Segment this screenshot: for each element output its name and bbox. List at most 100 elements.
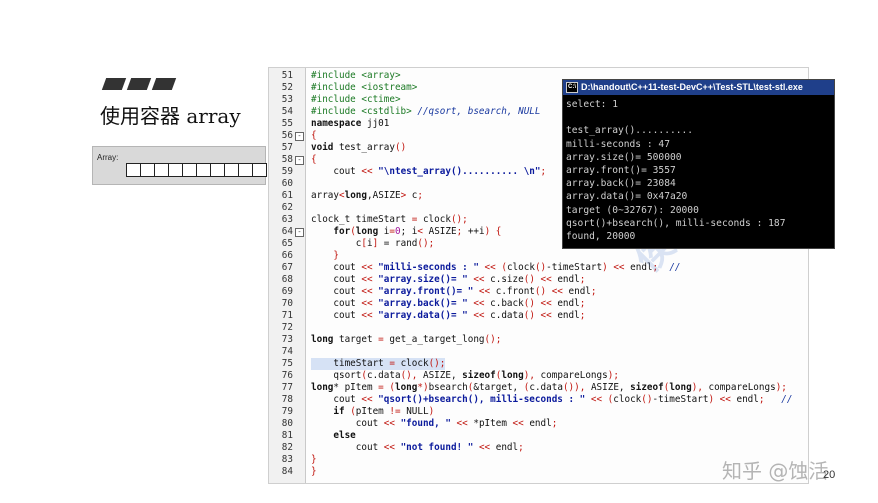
code-token: #include <array> — [311, 70, 401, 81]
code-token: jj01 — [361, 118, 390, 129]
code-text: c[i] = rand(); — [311, 238, 434, 250]
code-token: << ( — [585, 394, 614, 405]
code-text: namespace jj01 — [311, 118, 389, 130]
code-token: *) — [417, 382, 429, 393]
code-token: << — [473, 286, 496, 297]
code-line: 66 } — [269, 250, 808, 262]
code-token: &target, — [473, 382, 524, 393]
code-token: << — [467, 310, 491, 321]
code-line: 77 long* pItem = (long*)bsearch(&target, … — [269, 382, 808, 394]
code-token: << — [512, 418, 524, 429]
code-token: compareLongs — [702, 382, 776, 393]
code-token: endl — [557, 310, 580, 321]
code-text: else — [311, 430, 355, 442]
line-number: 74 — [281, 346, 293, 357]
line-number: 64 — [281, 226, 293, 237]
code-token: clock — [394, 358, 429, 369]
line-number: 75 — [281, 358, 293, 369]
code-token: ) << — [708, 394, 737, 405]
code-text: } — [311, 466, 317, 478]
line-number: 72 — [281, 322, 293, 333]
line-number: 71 — [281, 310, 293, 321]
code-token: (); — [428, 358, 446, 369]
code-token: ()), — [562, 382, 586, 393]
code-token: c — [311, 238, 362, 249]
code-text: { — [311, 154, 317, 166]
line-number: 76 — [281, 370, 293, 381]
code-line: 72 — [269, 322, 808, 334]
line-number: 59 — [281, 166, 293, 177]
code-token: ; — [590, 286, 597, 297]
line-number: 73 — [281, 334, 293, 345]
code-token: i — [378, 226, 390, 237]
code-token: endl — [568, 286, 591, 297]
code-text: void test_array() — [311, 142, 406, 154]
line-number: 67 — [281, 262, 293, 273]
line-number: 54 — [281, 106, 293, 117]
code-token: } — [311, 250, 339, 261]
console-window[interactable]: C:\ D:\handout\C++11-test-DevC++\Test-ST… — [562, 79, 835, 249]
code-line: 78 cout << "qsort()+bsearch(), milli-sec… — [269, 394, 808, 406]
code-line: 81 else — [269, 430, 808, 442]
code-token: clock — [506, 262, 535, 273]
code-text: } — [311, 454, 317, 466]
site-watermark: 知乎 @蚀活 — [722, 459, 829, 483]
line-number: 79 — [281, 406, 293, 417]
line-number: 53 — [281, 94, 293, 105]
code-token: c.data — [366, 370, 401, 381]
console-title-bar[interactable]: C:\ D:\handout\C++11-test-DevC++\Test-ST… — [563, 80, 834, 95]
array-cell — [183, 164, 197, 176]
code-token: (), — [400, 370, 418, 381]
line-number: 81 — [281, 430, 293, 441]
code-text: timeStart = clock(); — [311, 358, 446, 370]
code-token: cout — [311, 310, 362, 321]
code-token: ), — [691, 382, 703, 393]
code-token: -timeStart — [546, 262, 603, 273]
line-number: 60 — [281, 178, 293, 189]
code-token: target — [333, 334, 379, 345]
console-line: array.size()= 500000 — [566, 151, 682, 163]
code-token: << — [450, 418, 474, 429]
console-line: array.front()= 3557 — [566, 165, 676, 177]
code-token: ) { — [484, 226, 502, 237]
code-line: 70 cout << "array.back()= " << c.back() … — [269, 298, 808, 310]
console-output: select: 1 test_array().......... milli-se… — [563, 95, 834, 243]
code-token: long — [501, 370, 524, 381]
code-token: endl — [495, 442, 519, 453]
code-token: () — [641, 394, 653, 405]
fold-toggle-icon[interactable]: - — [295, 228, 304, 237]
code-text: cout << "array.front()= " << c.front() <… — [311, 286, 597, 298]
code-text: } — [311, 250, 339, 262]
code-text: cout << "\ntest_array().......... \n"; — [311, 166, 546, 178]
code-token: << — [361, 310, 373, 321]
code-token: ; — [417, 190, 424, 201]
code-token: << ( — [478, 262, 507, 273]
code-token: ,ASIZE — [367, 190, 401, 201]
fold-toggle-icon[interactable]: - — [295, 132, 304, 141]
code-token: endl — [523, 418, 552, 429]
code-token: cout — [311, 298, 362, 309]
code-line: 73 long target = get_a_target_long(); — [269, 334, 808, 346]
code-line: 80 cout << "found, " << *pItem << endl; — [269, 418, 808, 430]
code-token: c.front — [495, 286, 535, 297]
fold-toggle-icon[interactable]: - — [295, 156, 304, 165]
code-token: long — [394, 382, 418, 393]
line-number: 52 — [281, 82, 293, 93]
code-token: endl — [736, 394, 759, 405]
code-token: << — [361, 274, 373, 285]
code-text: #include <iostream> — [311, 82, 417, 94]
code-line: 67 cout << "milli-seconds : " << (clock(… — [269, 262, 808, 274]
code-token: //qsort, bsearch, NULL — [411, 106, 541, 117]
code-token: ( — [344, 406, 356, 417]
array-cell — [141, 164, 155, 176]
line-number: 55 — [281, 118, 293, 129]
code-token: // — [764, 394, 793, 405]
code-text: clock_t timeStart = clock(); — [311, 214, 468, 226]
code-token: cout — [311, 166, 362, 177]
code-text: cout << "milli-seconds : " << (clock()-t… — [311, 262, 680, 274]
code-token: << — [361, 394, 373, 405]
code-token: long — [311, 334, 334, 345]
line-number: 84 — [281, 466, 293, 477]
code-token: = rand — [378, 238, 418, 249]
